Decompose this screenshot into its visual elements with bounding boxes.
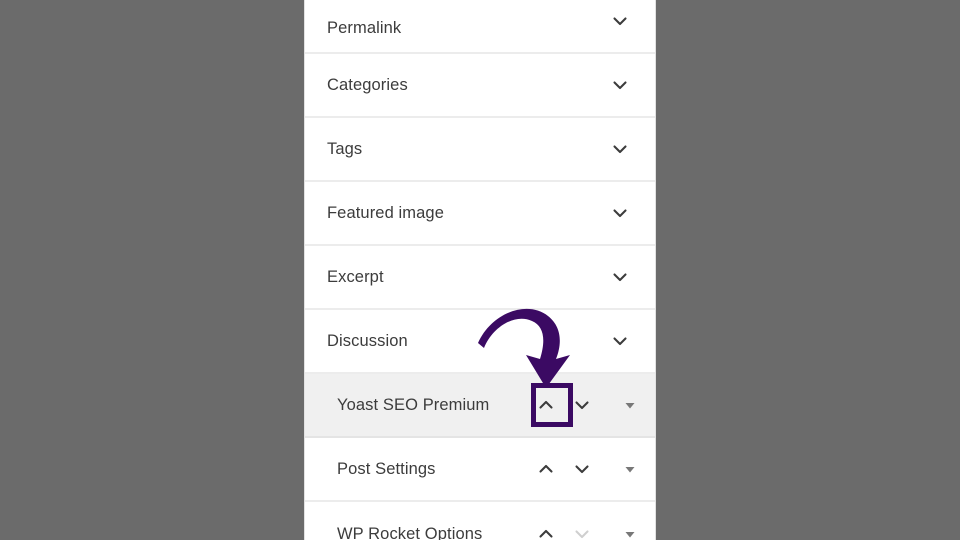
metabox-row-discussion[interactable]: Discussion [305,310,655,374]
metabox-label-tags: Tags [327,139,363,158]
triangle-down-icon[interactable] [615,454,645,484]
metabox-row-yoast-seo-premium[interactable]: Yoast SEO Premium [305,374,655,438]
chevron-up-icon[interactable] [529,517,563,540]
chevron-down-icon[interactable] [603,132,637,166]
metabox-row-wp-rocket-options[interactable]: WP Rocket Options [305,502,655,540]
metabox-label-wp-rocket-options: WP Rocket Options [337,524,483,540]
metabox-row-excerpt[interactable]: Excerpt [305,246,655,310]
metabox-label-discussion: Discussion [327,331,408,350]
wordpress-metabox-panel: Permalink Categories Tags Featured image… [304,0,656,540]
metabox-label-yoast-seo-premium: Yoast SEO Premium [337,395,490,414]
metabox-controls-wp-rocket-options [529,517,655,540]
chevron-down-icon[interactable] [603,68,637,102]
chevron-down-icon[interactable] [603,4,637,38]
metabox-controls-permalink [603,4,655,38]
metabox-label-permalink: Permalink [327,19,402,37]
metabox-row-featured-image[interactable]: Featured image [305,182,655,246]
metabox-row-categories[interactable]: Categories [305,54,655,118]
chevron-down-icon[interactable] [565,388,599,422]
chevron-up-icon[interactable] [529,388,563,422]
metabox-controls-categories [603,68,655,102]
metabox-controls-featured-image [603,196,655,230]
metabox-label-post-settings: Post Settings [337,459,436,478]
chevron-down-icon[interactable] [603,324,637,358]
chevron-down-icon [565,517,599,540]
screen: Permalink Categories Tags Featured image… [0,0,960,540]
metabox-row-post-settings[interactable]: Post Settings [305,438,655,502]
metabox-label-categories: Categories [327,75,408,94]
chevron-down-icon[interactable] [603,196,637,230]
metabox-label-featured-image: Featured image [327,203,444,222]
metabox-row-permalink[interactable]: Permalink [305,0,655,54]
triangle-down-icon[interactable] [615,519,645,540]
metabox-label-excerpt: Excerpt [327,267,384,286]
triangle-down-icon[interactable] [615,390,645,420]
metabox-controls-excerpt [603,260,655,294]
metabox-controls-post-settings [529,452,655,486]
chevron-down-icon[interactable] [565,452,599,486]
chevron-up-icon[interactable] [529,452,563,486]
metabox-controls-discussion [603,324,655,358]
chevron-down-icon[interactable] [603,260,637,294]
metabox-row-tags[interactable]: Tags [305,118,655,182]
metabox-controls-tags [603,132,655,166]
metabox-controls-yoast-seo-premium [529,388,655,422]
